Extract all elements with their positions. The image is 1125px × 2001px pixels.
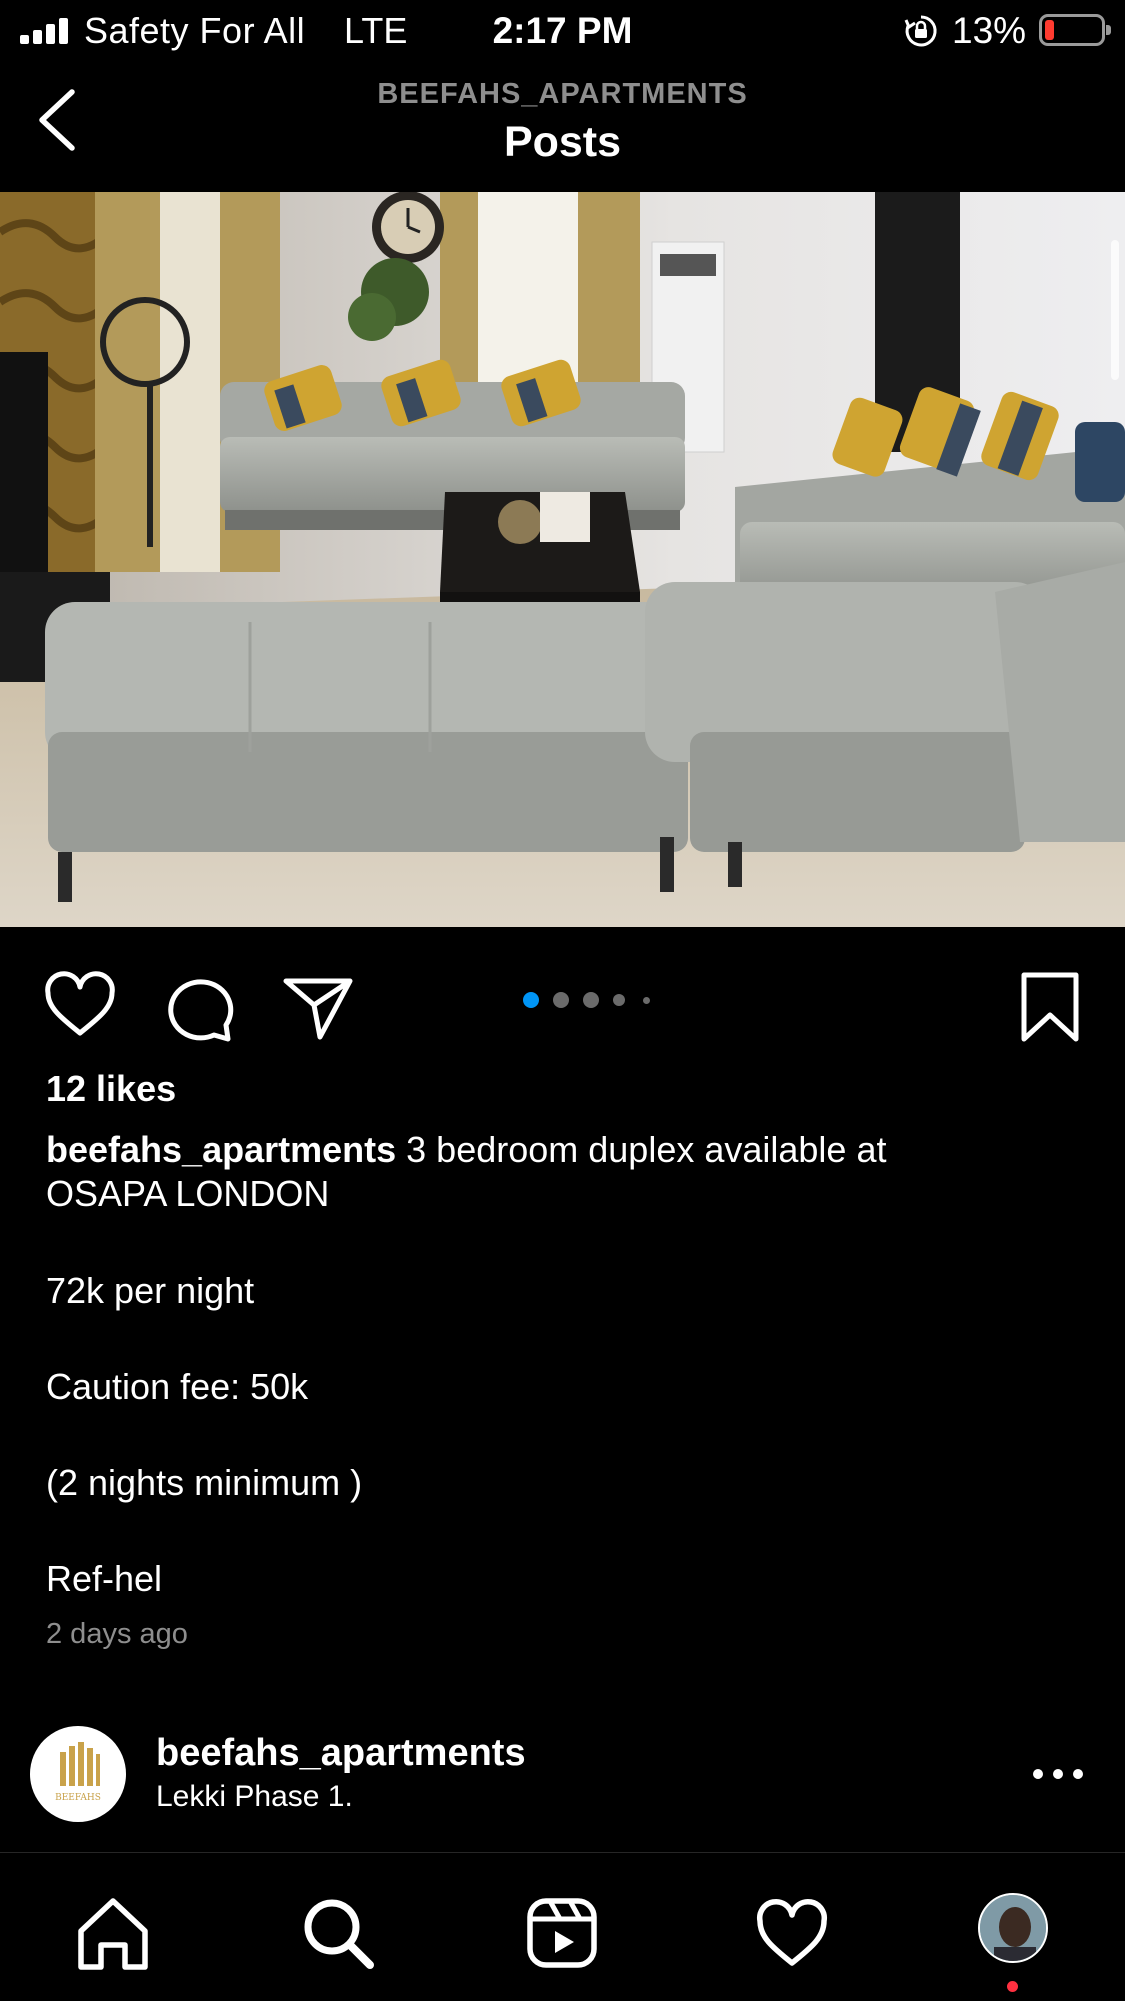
post-timestamp: 2 days ago	[46, 1618, 188, 1650]
activity-icon[interactable]	[752, 1893, 832, 1973]
living-room-photo	[0, 192, 1125, 927]
next-post-username[interactable]: beefahs_apartments	[156, 1732, 526, 1775]
caption-price: 72k per night	[46, 1270, 255, 1311]
caption-ref: Ref-hel	[46, 1558, 163, 1599]
next-post-header: BEEFAHS beefahs_apartments Lekki Phase 1…	[0, 1722, 1125, 1832]
rotation-lock-icon	[904, 15, 937, 47]
battery-percent: 13%	[952, 10, 1027, 51]
caption-caution-fee: Caution fee: 50k	[46, 1366, 309, 1407]
battery-icon	[1039, 14, 1111, 46]
carousel-dot	[613, 994, 625, 1006]
likes-count[interactable]: 12 likes	[46, 1068, 176, 1110]
page-title: Posts	[503, 118, 622, 166]
scrollbar[interactable]	[1111, 240, 1119, 380]
caption-minimum-nights: (2 nights minimum )	[46, 1462, 363, 1503]
building-logo-icon: BEEFAHS	[55, 1742, 101, 1803]
comment-icon[interactable]	[158, 967, 238, 1047]
logo-text: BEEFAHS	[55, 1793, 101, 1803]
more-options-icon[interactable]	[1030, 1762, 1086, 1786]
carousel-dot	[523, 992, 539, 1008]
caption: beefahs_apartments 3 bedroom duplex avai…	[46, 1128, 1086, 1216]
profile-photo	[980, 1895, 1046, 1961]
account-name: BEEFAHS_APARTMENTS	[377, 78, 748, 110]
profile-avatar[interactable]	[978, 1893, 1048, 1963]
share-icon[interactable]	[278, 967, 358, 1047]
carousel-dot	[553, 992, 569, 1008]
bookmark-icon[interactable]	[1010, 967, 1090, 1047]
caption-username[interactable]: beefahs_apartments	[46, 1129, 396, 1170]
carousel-dot	[643, 996, 650, 1004]
caption-text: 3 bedroom duplex available at	[396, 1129, 887, 1170]
next-post-location[interactable]: Lekki Phase 1.	[156, 1780, 353, 1814]
status-bar: Safety For All LTE 2:17 PM 13%	[0, 0, 1125, 62]
reels-icon[interactable]	[522, 1893, 602, 1973]
like-icon[interactable]	[40, 967, 120, 1047]
search-icon[interactable]	[298, 1893, 378, 1973]
header: BEEFAHS_APARTMENTS Posts	[0, 62, 1125, 192]
home-icon[interactable]	[73, 1893, 153, 1973]
avatar[interactable]: BEEFAHS	[30, 1726, 126, 1822]
tab-bar	[0, 1852, 1125, 2001]
caption-location: OSAPA LONDON	[46, 1173, 330, 1214]
post-image[interactable]	[0, 192, 1125, 927]
carousel-dot	[583, 992, 599, 1008]
notification-dot	[1007, 1981, 1018, 1992]
